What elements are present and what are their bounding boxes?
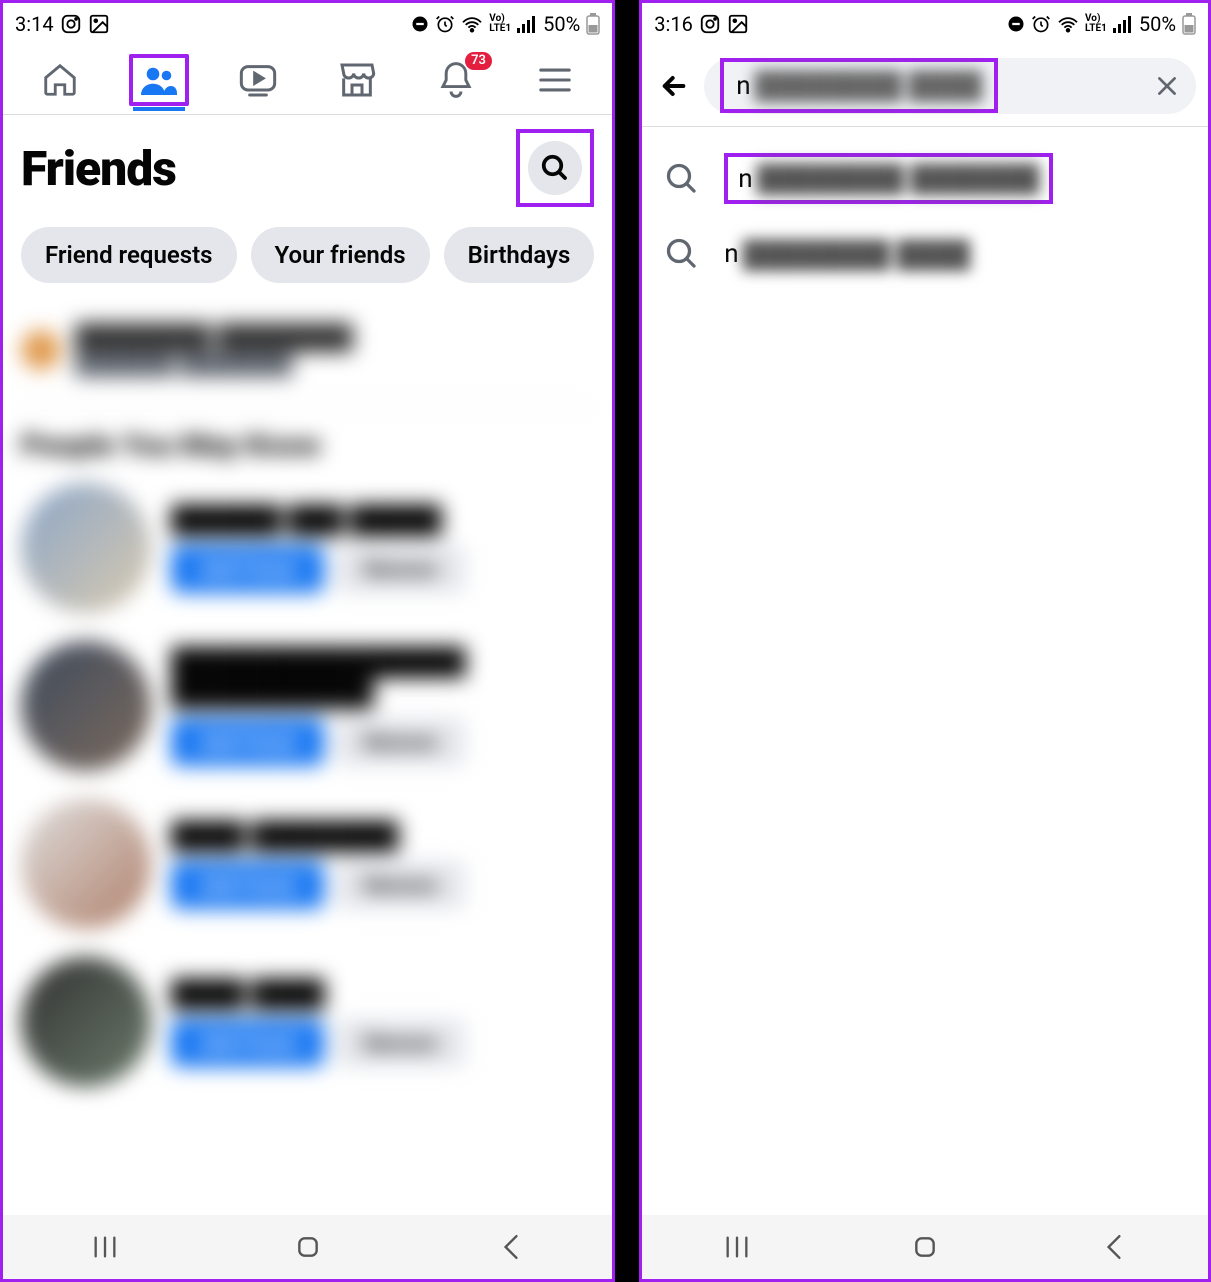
dnd-icon [1007, 15, 1025, 33]
blurred-friends-content: ████████ ████████ ███████ ████████ Peopl… [3, 303, 612, 1215]
search-button-highlight [516, 129, 594, 207]
suggestion-row: ████ ████████ Add Friend Remove [21, 799, 594, 929]
pill-friend-requests[interactable]: Friend requests [21, 227, 237, 283]
search-suggestion-item[interactable]: n ████████ ████ [660, 218, 1190, 290]
avatar [21, 330, 61, 370]
search-suggestion-item[interactable]: n ████████ ███████ [660, 139, 1190, 218]
avatar[interactable] [21, 641, 151, 771]
remove-button[interactable]: Remove [336, 545, 465, 593]
signal-icon [517, 15, 537, 33]
empty-area [642, 302, 1208, 1215]
add-friend-button[interactable]: Add Friend [171, 1019, 324, 1067]
add-friend-button[interactable]: Add Friend [171, 545, 324, 593]
image-icon [88, 13, 110, 35]
remove-button[interactable]: Remove [336, 1019, 465, 1067]
page-title: Friends [21, 140, 176, 197]
nav-menu[interactable] [525, 54, 585, 106]
suggestion-text: n ████████ ████ [724, 239, 970, 270]
signal-icon [1113, 15, 1133, 33]
search-suggestions: n ████████ ███████ n ████████ ████ [642, 127, 1208, 302]
instagram-icon [699, 13, 721, 35]
nav-marketplace[interactable] [327, 54, 387, 106]
friends-icon [141, 61, 177, 99]
suggestion-name: ██████ ███ █████ [171, 504, 594, 535]
search-icon [540, 153, 570, 183]
battery-percent: 50% [1139, 12, 1176, 36]
remove-button[interactable]: Remove [336, 718, 465, 766]
android-home[interactable] [278, 1234, 338, 1260]
wifi-icon [1057, 15, 1079, 33]
search-query-visible: n [736, 71, 750, 101]
arrow-left-icon [658, 70, 690, 102]
android-status-bar: 3:14 Vo)LTE1 50% [3, 3, 612, 45]
close-icon [1154, 73, 1180, 99]
nav-home[interactable] [30, 54, 90, 106]
friend-activity-row[interactable]: ████████ ████████ ███████ ████████ [21, 313, 594, 408]
search-friends-button[interactable] [528, 141, 582, 195]
friends-filter-pills: Friend requests Your friends Birthdays [3, 217, 612, 303]
suggestion-row: ████████████████ ███████████ Add Friend … [21, 641, 594, 771]
android-home[interactable] [895, 1234, 955, 1260]
android-back[interactable] [1084, 1234, 1144, 1260]
pill-birthdays[interactable]: Birthdays [444, 227, 595, 283]
alarm-icon [1031, 14, 1051, 34]
suggestion-name: ████████████████ ███████████ [171, 646, 594, 708]
avatar[interactable] [21, 957, 151, 1087]
pill-your-friends[interactable]: Your friends [251, 227, 430, 283]
search-header: n ████████ ████ [642, 45, 1208, 127]
add-friend-button[interactable]: Add Friend [171, 718, 324, 766]
suggestion-row: ██████ ███ █████ Add Friend Remove [21, 483, 594, 613]
image-icon [727, 13, 749, 35]
search-input[interactable]: n ████████ ████ [704, 58, 1196, 114]
avatar[interactable] [21, 799, 151, 929]
people-you-may-know-heading: People You May Know [21, 428, 594, 463]
friends-header: Friends [3, 115, 612, 217]
android-status-bar: 3:16 Vo)LTE1 50% [642, 3, 1208, 45]
activity-name: ████████ ████████ [75, 323, 594, 352]
activity-subtext: ███████ ████████ [75, 352, 594, 377]
search-icon [660, 232, 704, 276]
avatar[interactable] [21, 483, 151, 613]
suggestion-name: ████ ████ [171, 978, 594, 1009]
suggestion-visible: n [738, 164, 752, 194]
search-icon [660, 157, 704, 201]
back-button[interactable] [654, 66, 694, 106]
search-query-redacted: ████████ ████ [755, 70, 983, 101]
left-phone-pane: 3:14 Vo)LTE1 50% 73 [0, 0, 615, 1282]
wifi-icon [461, 15, 483, 33]
instagram-icon [60, 13, 82, 35]
notification-badge: 73 [465, 52, 492, 70]
suggestion-row: ████ ████ Add Friend Remove [21, 957, 594, 1087]
alarm-icon [435, 14, 455, 34]
battery-percent: 50% [543, 12, 580, 36]
lte-indicator: Vo)LTE1 [1085, 14, 1107, 34]
right-phone-pane: 3:16 Vo)LTE1 50% n ████████ ████ [639, 0, 1211, 1282]
suggestion-text-highlight: n ████████ ███████ [724, 153, 1053, 204]
suggestion-name: ████ ████████ [171, 820, 594, 851]
nav-friends[interactable] [129, 54, 189, 106]
dnd-icon [411, 15, 429, 33]
lte-indicator: Vo)LTE1 [489, 14, 511, 34]
battery-icon [586, 13, 600, 35]
status-time: 3:16 [654, 12, 693, 36]
battery-icon [1182, 13, 1196, 35]
pane-divider [615, 0, 639, 1282]
android-nav-bar [642, 1215, 1208, 1279]
suggestion-redacted: ████████ ███████ [757, 163, 1040, 194]
suggestion-redacted: ████████ ████ [743, 239, 971, 270]
facebook-top-nav: 73 [3, 45, 612, 115]
status-time: 3:14 [15, 12, 54, 36]
nav-notifications[interactable]: 73 [426, 54, 486, 106]
android-back[interactable] [481, 1234, 541, 1260]
android-recents[interactable] [707, 1235, 767, 1259]
remove-button[interactable]: Remove [336, 861, 465, 909]
add-friend-button[interactable]: Add Friend [171, 861, 324, 909]
clear-search-button[interactable] [1154, 73, 1180, 99]
suggestion-visible: n [724, 239, 738, 269]
android-nav-bar [3, 1215, 612, 1279]
android-recents[interactable] [75, 1235, 135, 1259]
nav-watch[interactable] [228, 54, 288, 106]
search-query-highlight: n ████████ ████ [720, 58, 998, 113]
